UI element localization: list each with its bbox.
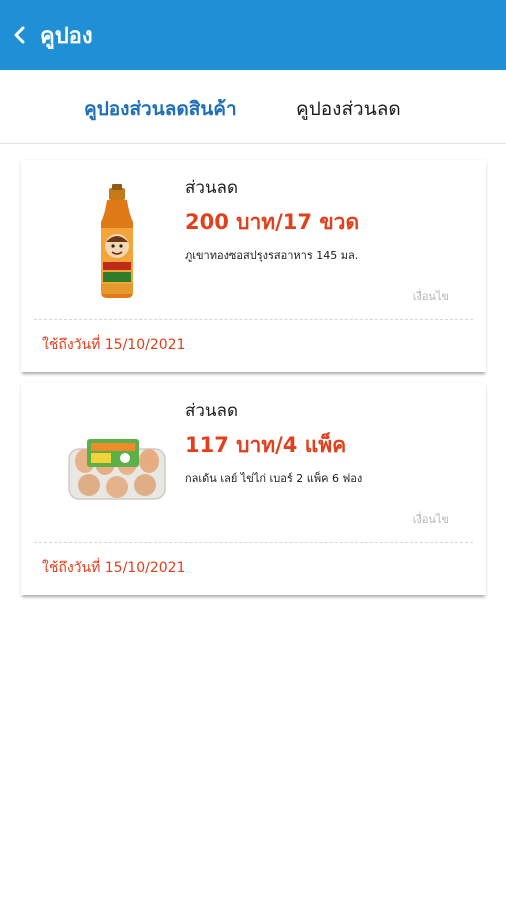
chevron-left-icon [14, 26, 25, 44]
tab-bar: คูปองส่วนลดสินค้า คูปองส่วนลด [0, 70, 506, 144]
coupon-type-label: ส่วนลด [185, 401, 239, 421]
coupon-product-name: กลเด้น เลย์ ไข่ไก่ เบอร์ 2 แพ็ค 6 ฟอง [185, 472, 363, 485]
coupon-list: ส่วนลด 200 บาท/17 ขวด ภูเขาทองซอสปรุงรสอ… [0, 144, 506, 900]
coupon-conditions-link[interactable]: เงื่อนไข [413, 510, 449, 528]
page-title: คูปอง [40, 23, 93, 49]
coupon-discount-amount: 200 บาท/17 ขวด [185, 210, 360, 234]
back-button[interactable] [0, 0, 40, 70]
egg-pack-image [68, 439, 166, 500]
coupon-card[interactable]: ส่วนลด 200 บาท/17 ขวด ภูเขาทองซอสปรุงรสอ… [21, 160, 486, 372]
coupon-discount-amount: 117 บาท/4 แพ็ค [185, 433, 347, 457]
coupon-type-label: ส่วนลด [185, 178, 239, 198]
app-bar: คูปอง [0, 0, 506, 70]
sauce-bottle-image [101, 184, 133, 298]
scallop-edge-left [21, 160, 26, 372]
tab-product-coupons[interactable]: คูปองส่วนลดสินค้า [84, 94, 237, 124]
coupon-card[interactable]: ส่วนลด 117 บาท/4 แพ็ค กลเด้น เลย์ ไข่ไก่… [21, 383, 486, 595]
coupon-conditions-link[interactable]: เงื่อนไข [413, 287, 449, 305]
scallop-edge-left [21, 383, 26, 595]
coupon-expiry: ใช้ถึงวันที่ 15/10/2021 [42, 337, 186, 353]
coupon-product-name: ภูเขาทองซอสปรุงรสอาหาร 145 มล. [185, 249, 359, 262]
tab-discount-coupons[interactable]: คูปองส่วนลด [296, 94, 401, 124]
coupon-expiry: ใช้ถึงวันที่ 15/10/2021 [42, 560, 186, 576]
scallop-edge-right [481, 160, 486, 372]
dashed-divider [34, 542, 473, 543]
dashed-divider [34, 319, 473, 320]
scallop-edge-right [481, 383, 486, 595]
